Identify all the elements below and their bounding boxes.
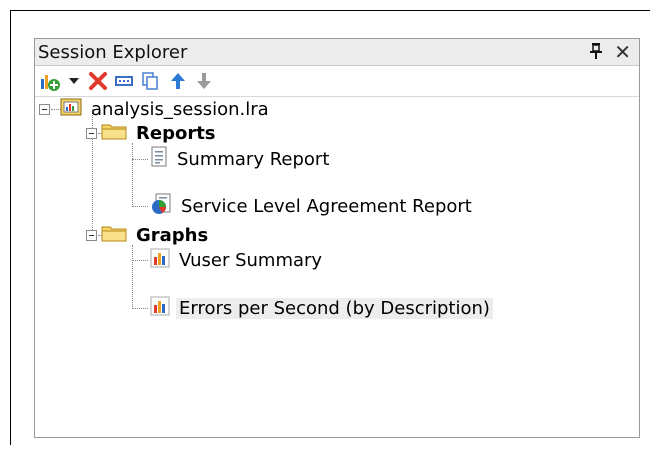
pin-icon[interactable] xyxy=(589,42,603,65)
collapse-toggle-icon[interactable] xyxy=(86,127,97,139)
tree-connector xyxy=(132,245,133,309)
move-down-icon[interactable] xyxy=(193,70,215,92)
rename-icon[interactable] xyxy=(113,70,135,92)
tree-node-label: Errors per Second (by Description) xyxy=(176,297,493,319)
tree-node-reports-folder[interactable]: Reports xyxy=(86,121,219,145)
move-up-icon[interactable] xyxy=(167,70,189,92)
session-file-icon xyxy=(60,97,82,122)
tree-node-graphs-folder[interactable]: Graphs xyxy=(86,223,211,247)
panel-titlebar: Session Explorer ✕ xyxy=(35,39,639,66)
dropdown-arrow-icon[interactable] xyxy=(63,70,85,92)
session-explorer-panel: Session Explorer ✕ analysis_session.lra … xyxy=(34,38,640,438)
tree-node-vuser-summary[interactable]: Vuser Summary xyxy=(150,248,325,272)
tree-node-label: Service Level Agreement Report xyxy=(181,195,472,217)
close-icon[interactable]: ✕ xyxy=(614,40,631,64)
tree-connector xyxy=(132,308,148,309)
tree-node-summary-report[interactable]: Summary Report xyxy=(150,146,332,173)
bar-chart-icon xyxy=(150,296,170,321)
tree-connector xyxy=(132,159,148,160)
tree-node-label: Summary Report xyxy=(177,148,330,170)
tree-connector xyxy=(132,260,148,261)
folder-icon xyxy=(101,223,127,248)
tree-node-label: Vuser Summary xyxy=(179,249,323,271)
session-tree: analysis_session.lra Reports Summary Rep… xyxy=(35,97,639,437)
tree-connector xyxy=(132,206,148,207)
collapse-toggle-icon[interactable] xyxy=(39,103,50,115)
panel-title: Session Explorer xyxy=(38,42,188,63)
tree-node-label: Graphs xyxy=(136,224,209,246)
toolbar xyxy=(35,66,639,97)
sla-report-icon xyxy=(150,193,172,220)
tree-node-label: analysis_session.lra xyxy=(91,98,269,120)
folder-icon xyxy=(101,121,127,146)
collapse-toggle-icon[interactable] xyxy=(86,229,97,241)
bar-chart-icon xyxy=(150,248,170,273)
tree-node-errors-per-second[interactable]: Errors per Second (by Description) xyxy=(150,296,493,320)
tree-node-root[interactable]: analysis_session.lra xyxy=(39,97,272,121)
tree-connector xyxy=(132,143,133,207)
tree-node-label: Reports xyxy=(136,122,216,144)
add-item-icon[interactable] xyxy=(39,70,61,92)
tree-node-sla-report[interactable]: Service Level Agreement Report xyxy=(150,193,475,220)
copy-icon[interactable] xyxy=(139,70,161,92)
report-document-icon xyxy=(150,146,168,173)
delete-icon[interactable] xyxy=(87,70,109,92)
